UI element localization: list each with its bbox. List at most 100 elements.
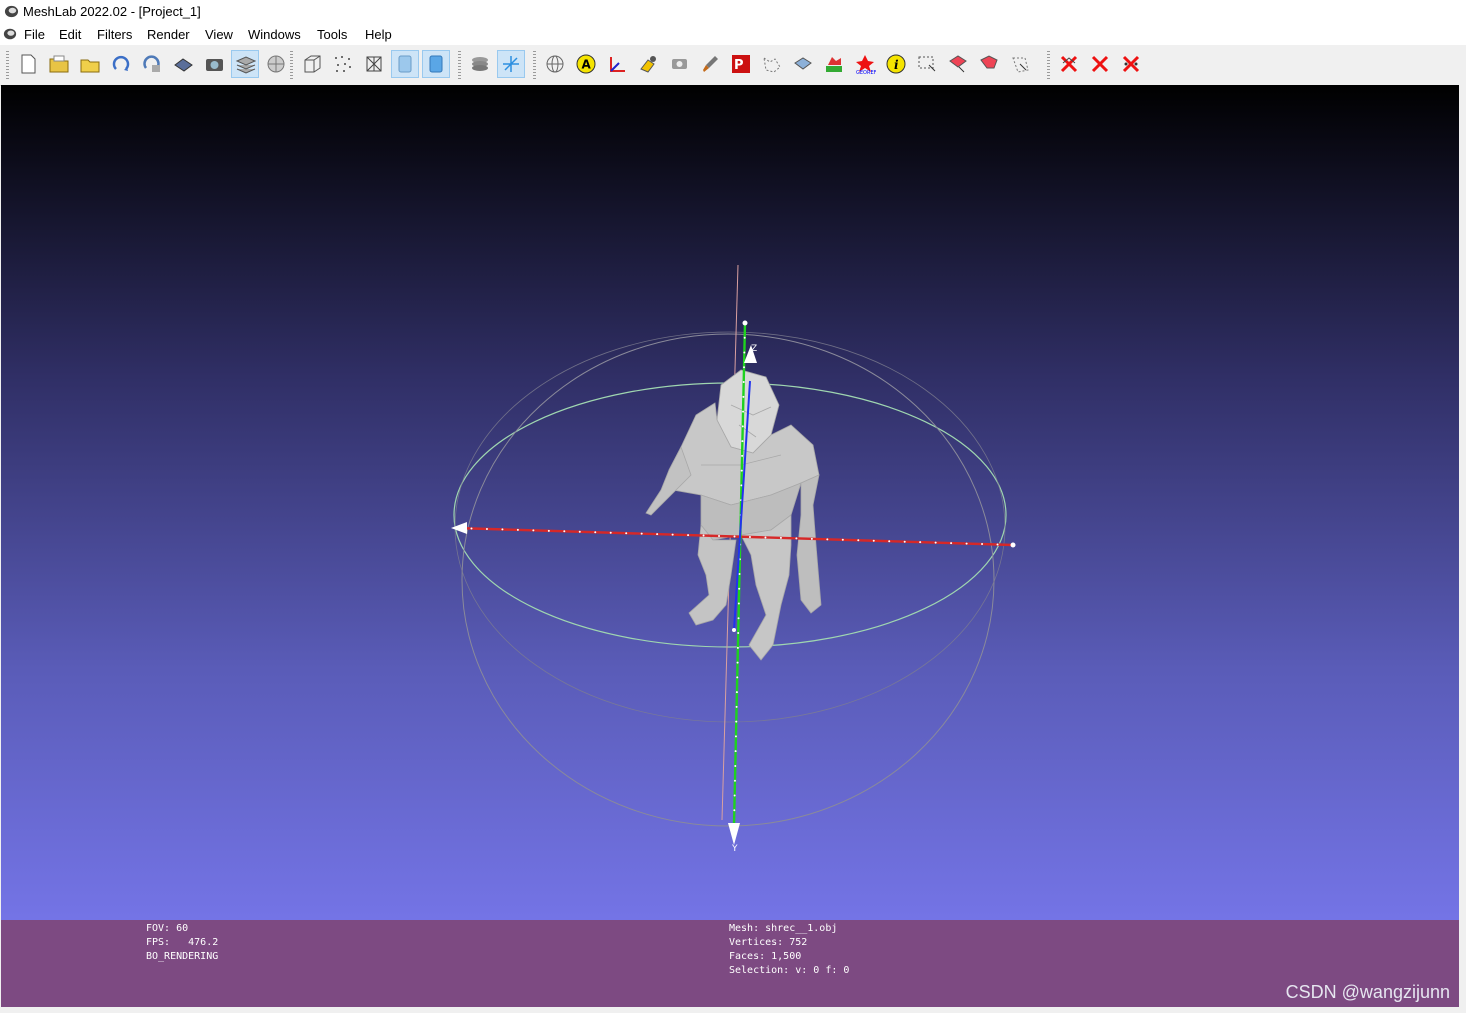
x-axis-tick	[810, 537, 813, 540]
pp-button[interactable]: P	[727, 50, 755, 78]
new-project-button[interactable]	[14, 50, 42, 78]
toolbar-grip[interactable]	[533, 51, 536, 79]
select-rect-button[interactable]	[913, 50, 941, 78]
stack-icon	[472, 57, 488, 71]
stack-button[interactable]	[466, 50, 494, 78]
bbox-icon	[304, 55, 321, 73]
new-project-icon	[21, 54, 36, 74]
toolbar-grip[interactable]	[6, 51, 9, 79]
x-axis-tick	[779, 536, 782, 539]
x-axis-tick	[795, 537, 798, 540]
x-axis-tick	[485, 527, 488, 530]
x-axis-tick	[857, 539, 860, 542]
y-axis-tick	[742, 410, 745, 413]
open-mesh-button[interactable]	[76, 50, 104, 78]
camera-button[interactable]	[665, 50, 693, 78]
reload-all-button[interactable]	[138, 50, 166, 78]
y-axis-tick	[737, 602, 740, 605]
layers-button[interactable]	[231, 50, 259, 78]
open-project-icon	[49, 55, 69, 73]
y-axis-tick	[736, 646, 739, 649]
delete-selected-button[interactable]	[1055, 50, 1083, 78]
menu-filters[interactable]: Filters	[97, 27, 132, 42]
toolbar-grip[interactable]	[458, 51, 461, 79]
snapshot-button[interactable]	[200, 50, 228, 78]
select-area-button[interactable]	[1006, 50, 1034, 78]
info-button[interactable]: i	[882, 50, 910, 78]
toolbar-grip[interactable]	[290, 51, 293, 79]
meshlab-menu-icon[interactable]	[3, 27, 17, 41]
snapshot-icon	[206, 59, 223, 71]
menu-windows[interactable]: Windows	[248, 27, 301, 42]
menu-tools[interactable]: Tools	[317, 27, 347, 42]
selection-text: Selection: v: 0 f: 0	[729, 965, 850, 976]
menu-help[interactable]: Help	[365, 27, 392, 42]
georef-button[interactable]: GEOREF	[851, 50, 879, 78]
toolbar-grip[interactable]	[1047, 51, 1050, 79]
x-axis-tick	[718, 535, 721, 538]
x-axis-tick	[950, 542, 953, 545]
delete-vertices-button[interactable]	[1117, 50, 1145, 78]
x-axis-tick	[965, 542, 968, 545]
menu-edit[interactable]: Edit	[59, 27, 81, 42]
meshlab-logo-icon	[4, 5, 19, 18]
select-vertices-button[interactable]	[758, 50, 786, 78]
save-button[interactable]	[169, 50, 197, 78]
brush-button[interactable]	[696, 50, 724, 78]
color-icon	[826, 57, 842, 72]
menu-file[interactable]: File	[24, 27, 45, 42]
3d-viewport[interactable]: Y Z	[1, 85, 1459, 920]
points-button[interactable]	[329, 50, 357, 78]
x-axis-tick	[872, 539, 875, 542]
open-project-button[interactable]	[45, 50, 73, 78]
wireframe-button[interactable]	[360, 50, 388, 78]
x-axis-tick	[625, 532, 628, 535]
y-axis-tick	[737, 617, 740, 620]
smooth-icon	[429, 55, 443, 73]
menu-view[interactable]: View	[205, 27, 233, 42]
y-axis-tick	[735, 691, 738, 694]
reload-all-icon	[143, 55, 160, 72]
open-mesh-icon	[80, 59, 100, 73]
scene-canvas[interactable]: Y Z	[1, 85, 1459, 920]
x-axis-tick	[934, 541, 937, 544]
smooth-button[interactable]	[422, 50, 450, 78]
faces-text: Faces: 1,500	[729, 951, 802, 962]
axis-icon	[610, 57, 625, 72]
y-axis-tick	[733, 779, 736, 782]
flat-button[interactable]	[391, 50, 419, 78]
menu-render[interactable]: Render	[147, 27, 190, 42]
axes-decorator-button[interactable]	[497, 50, 525, 78]
wireframe-icon	[366, 56, 382, 72]
camera-icon	[672, 59, 687, 69]
z-axis-label: Z	[751, 344, 757, 354]
sphere-button[interactable]	[262, 50, 290, 78]
y-axis-tick	[740, 484, 743, 487]
delete-faces-icon	[1091, 55, 1109, 73]
y-axis-tick	[741, 454, 744, 457]
select-area-icon	[1012, 57, 1029, 73]
paint-select-button[interactable]	[634, 50, 662, 78]
select-faces-button[interactable]	[789, 50, 817, 78]
select-conn-button[interactable]	[944, 50, 972, 78]
save-icon	[174, 58, 193, 72]
reload-button[interactable]	[107, 50, 135, 78]
x-axis-tick	[609, 531, 612, 534]
x-axis-tick	[841, 538, 844, 541]
delete-faces-button[interactable]	[1086, 50, 1114, 78]
axis-button[interactable]	[603, 50, 631, 78]
svg-text:A: A	[582, 58, 592, 72]
main-toolbar: A P GEOREF i	[0, 45, 1466, 86]
y-axis-label: Y	[731, 844, 738, 854]
color-button[interactable]	[820, 50, 848, 78]
annotation-a-button[interactable]: A	[572, 50, 600, 78]
x-axis-arrow	[451, 522, 467, 534]
y-axis-tick	[743, 351, 746, 354]
select-poly-button[interactable]	[975, 50, 1003, 78]
bbox-button[interactable]	[298, 50, 326, 78]
human-mesh	[645, 369, 822, 661]
fps-text: FPS: 476.2	[146, 937, 219, 948]
globe-button[interactable]	[541, 50, 569, 78]
y-axis-tick	[734, 735, 737, 738]
x-axis-tick	[532, 529, 535, 532]
